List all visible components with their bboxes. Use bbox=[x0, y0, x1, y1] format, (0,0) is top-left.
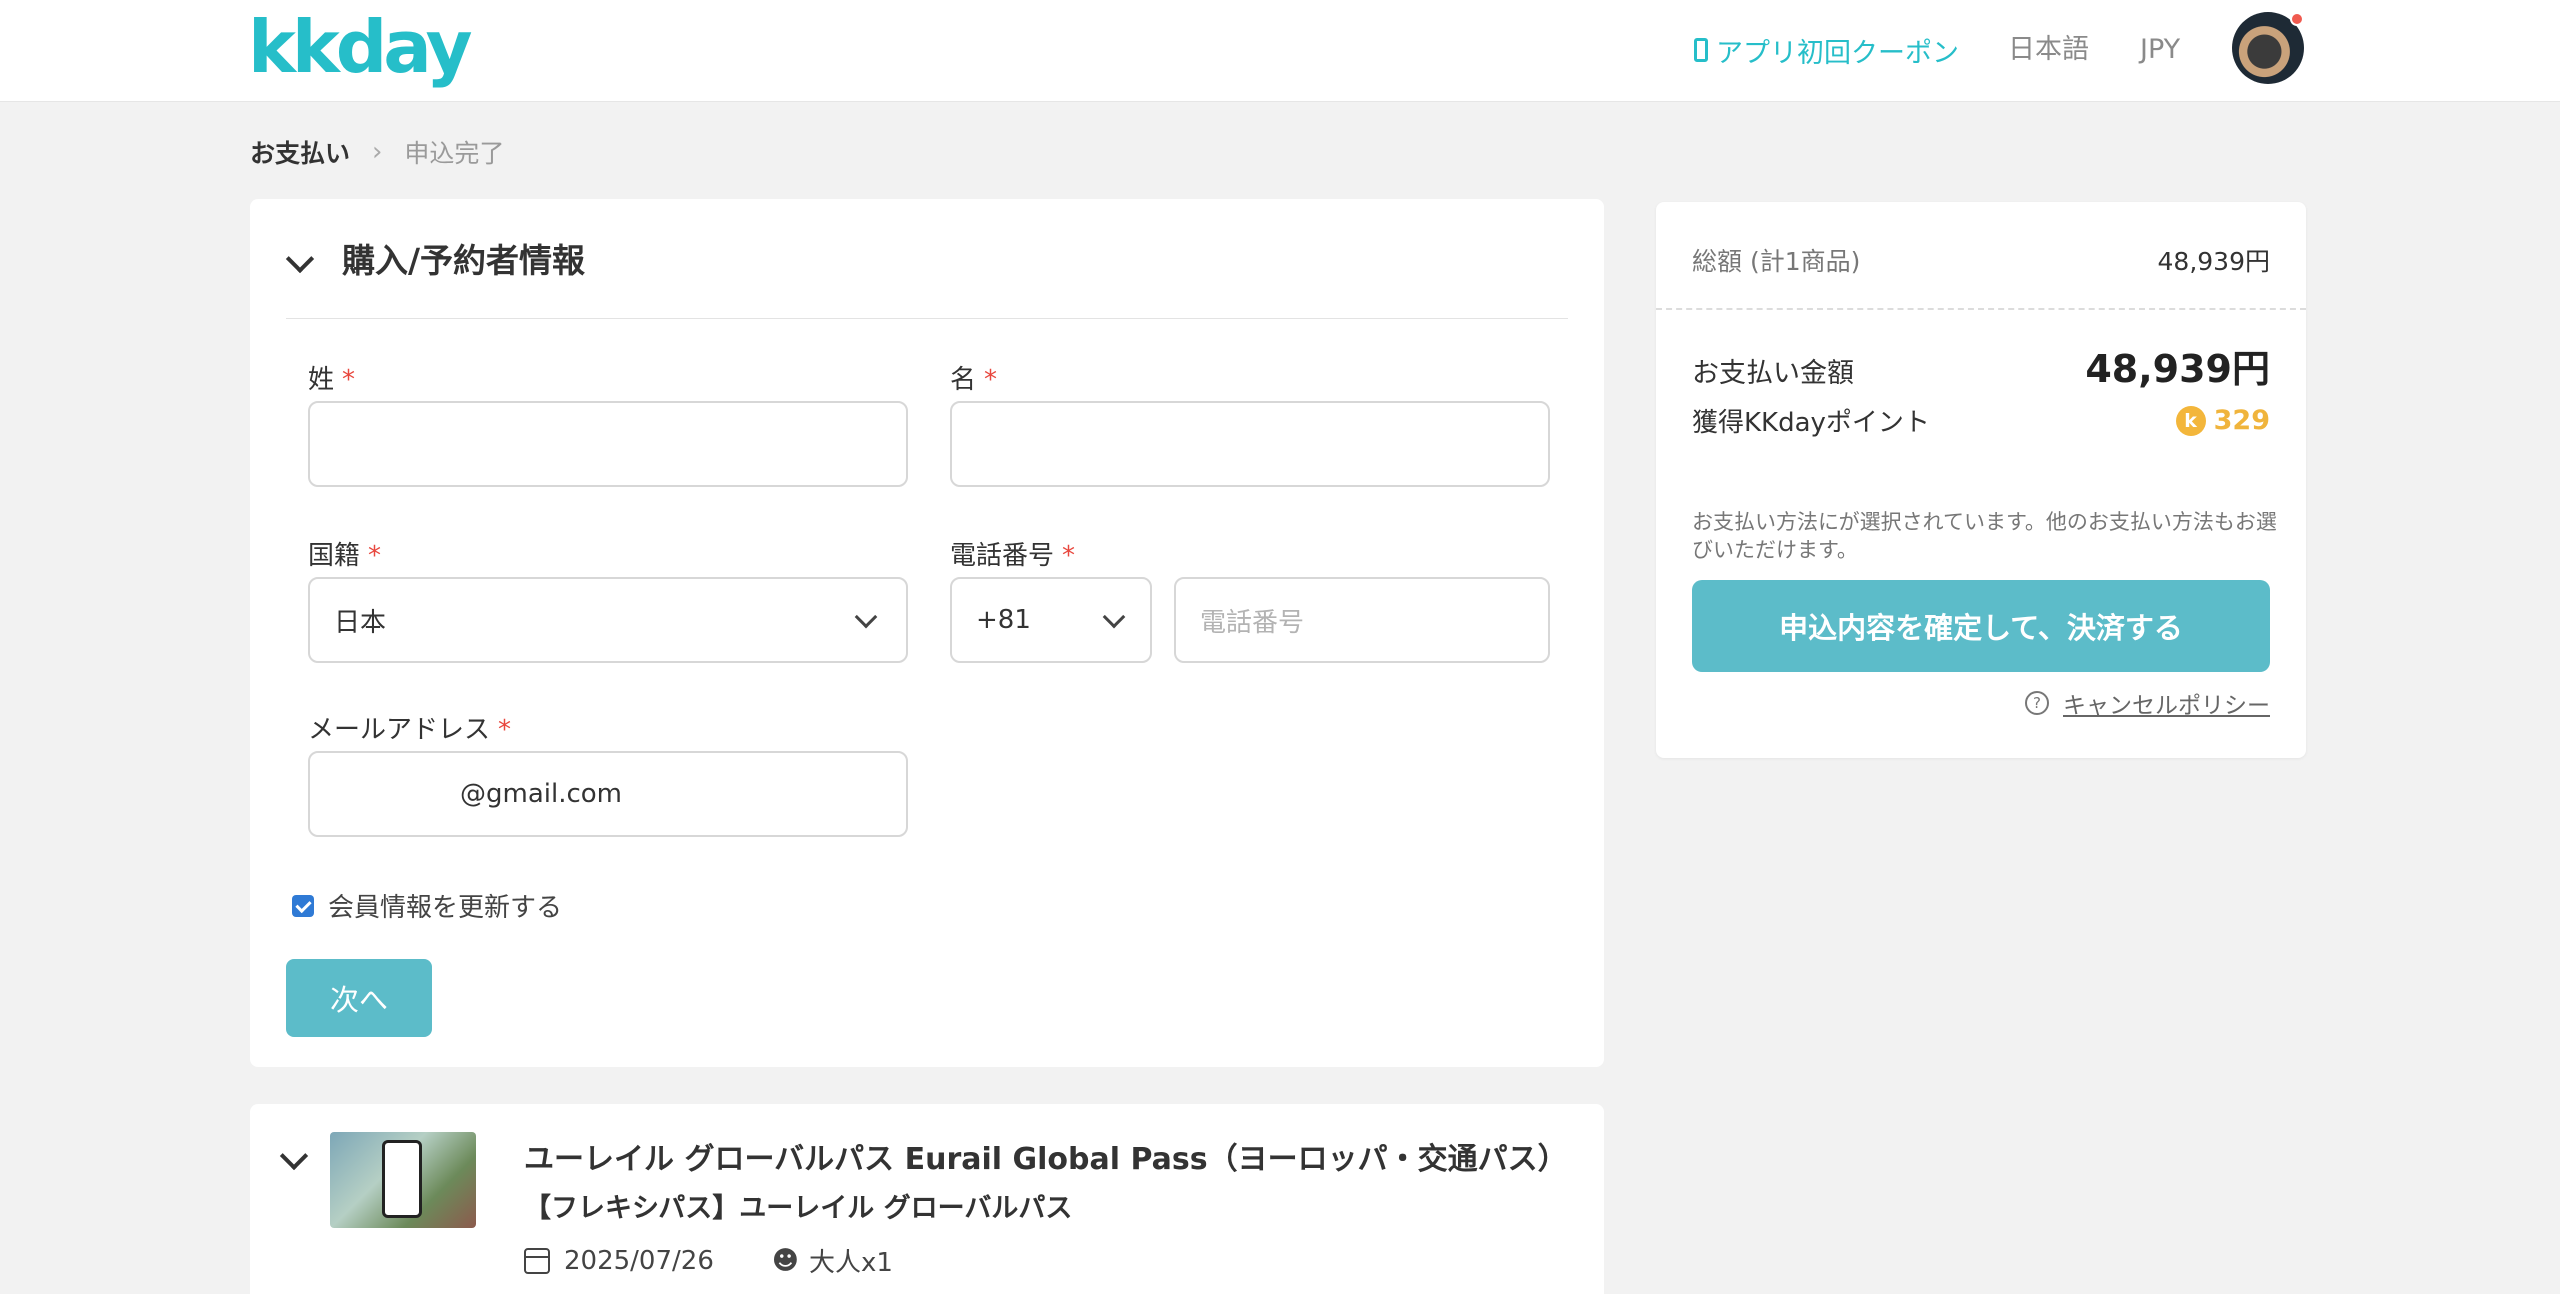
nationality-value: 日本 bbox=[334, 607, 387, 638]
required-mark: * bbox=[1062, 541, 1076, 571]
points-value: 329 bbox=[2213, 405, 2270, 436]
email-input[interactable]: @gmail.com bbox=[308, 751, 908, 837]
chevron-down-icon bbox=[1102, 605, 1126, 629]
product-subtitle: 【フレキシパス】ユーレイル グローバルパス bbox=[524, 1193, 1073, 1224]
top-navigation-bar: kkday アプリ初回クーポン 日本語 JPY bbox=[0, 0, 2560, 102]
app-coupon-link[interactable]: アプリ初回クーポン bbox=[1694, 30, 1959, 70]
payment-amount-label: お支払い金額 bbox=[1692, 358, 1854, 389]
phone-label: 電話番号 * bbox=[950, 535, 1075, 572]
phone-number-input[interactable]: 電話番号 bbox=[1174, 577, 1550, 663]
cancel-policy-link[interactable]: ? キャンセルポリシー bbox=[2025, 686, 2270, 720]
first-name-label-text: 名 bbox=[950, 365, 977, 395]
first-name-label: 名 * bbox=[950, 359, 997, 396]
points-value-group: k 329 bbox=[2175, 405, 2270, 436]
currency-selector[interactable]: JPY bbox=[2140, 30, 2180, 70]
buyer-info-header[interactable]: 購入/予約者情報 bbox=[285, 235, 1568, 319]
update-member-checkbox[interactable] bbox=[292, 894, 314, 917]
product-thumbnail bbox=[330, 1132, 476, 1228]
order-summary-card: 総額 (計1商品) 48,939円 お支払い金額 48,939円 獲得KKday… bbox=[1656, 202, 2306, 758]
buyer-info-card: 購入/予約者情報 姓 * 名 * 国籍 * 日本 電話番号 * +81 電話番号 メール… bbox=[250, 199, 1604, 1067]
points-row: 獲得KKdayポイント k 329 bbox=[1692, 402, 2270, 439]
update-member-row[interactable]: 会員情報を更新する bbox=[292, 887, 562, 924]
chevron-down-icon[interactable] bbox=[279, 1141, 309, 1171]
nationality-label: 国籍 * bbox=[308, 535, 381, 572]
total-value: 48,939円 bbox=[2157, 247, 2270, 276]
last-name-label: 姓 * bbox=[308, 359, 355, 396]
required-mark: * bbox=[984, 365, 998, 395]
product-date: 2025/07/26 bbox=[564, 1245, 714, 1276]
breadcrumb-next: 申込完了 bbox=[404, 139, 505, 168]
app-coupon-label: アプリ初回クーポン bbox=[1716, 37, 1959, 69]
total-row: 総額 (計1商品) 48,939円 bbox=[1692, 242, 2270, 278]
total-label: 総額 (計1商品) bbox=[1692, 247, 1861, 276]
breadcrumb: お支払い › 申込完了 bbox=[250, 134, 504, 170]
payment-amount-value: 48,939円 bbox=[2085, 347, 2270, 391]
phone-code-value: +81 bbox=[976, 605, 1031, 635]
update-member-label: 会員情報を更新する bbox=[328, 893, 563, 923]
product-people: 大人x1 bbox=[808, 1248, 893, 1278]
kkday-coin-icon: k bbox=[2175, 405, 2206, 436]
nationality-label-text: 国籍 bbox=[308, 541, 361, 571]
dashed-divider bbox=[1656, 308, 2306, 310]
kkday-logo[interactable]: kkday bbox=[248, 2, 473, 92]
confirm-and-pay-button[interactable]: 申込内容を確定して、決済する bbox=[1692, 580, 2270, 672]
question-circle-icon: ? bbox=[2025, 691, 2049, 715]
payment-amount-row: お支払い金額 48,939円 bbox=[1692, 338, 2270, 393]
phone-country-code-select[interactable]: +81 bbox=[950, 577, 1152, 663]
email-label-text: メールアドレス bbox=[308, 715, 491, 745]
chevron-right-icon: › bbox=[372, 137, 383, 167]
required-mark: * bbox=[368, 541, 382, 571]
cancel-policy-label: キャンセルポリシー bbox=[2063, 693, 2270, 719]
language-selector[interactable]: 日本語 bbox=[2008, 30, 2089, 70]
chevron-down-icon bbox=[854, 605, 878, 629]
phone-icon bbox=[1694, 38, 1708, 62]
product-card: ユーレイル グローバルパス Eurail Global Pass（ヨーロッパ・交… bbox=[250, 1104, 1604, 1294]
eticket-phone-image bbox=[382, 1140, 422, 1218]
required-mark: * bbox=[342, 365, 356, 395]
product-title[interactable]: ユーレイル グローバルパス Eurail Global Pass（ヨーロッパ・交… bbox=[524, 1134, 1568, 1178]
notification-dot bbox=[2290, 12, 2304, 26]
nationality-select[interactable]: 日本 bbox=[308, 577, 908, 663]
calendar-icon bbox=[524, 1247, 550, 1274]
product-meta: 2025/07/26 ☻ 大人x1 bbox=[524, 1242, 893, 1279]
email-label: メールアドレス * bbox=[308, 709, 511, 746]
payment-note: お支払い方法にが選択されています。他のお支払い方法もお選びいただけます。 bbox=[1692, 510, 2277, 562]
chevron-down-icon[interactable] bbox=[285, 244, 315, 274]
next-button[interactable]: 次へ bbox=[286, 959, 432, 1037]
last-name-label-text: 姓 bbox=[308, 365, 335, 395]
breadcrumb-current: お支払い bbox=[250, 139, 351, 168]
first-name-input[interactable] bbox=[950, 401, 1550, 487]
people-icon: ☻ bbox=[771, 1245, 799, 1276]
phone-label-text: 電話番号 bbox=[950, 541, 1055, 571]
required-mark: * bbox=[498, 715, 512, 745]
points-label: 獲得KKdayポイント bbox=[1692, 408, 1930, 438]
last-name-input[interactable] bbox=[308, 401, 908, 487]
section-title: 購入/予約者情報 bbox=[342, 241, 586, 280]
phone-placeholder: 電話番号 bbox=[1200, 607, 1305, 638]
